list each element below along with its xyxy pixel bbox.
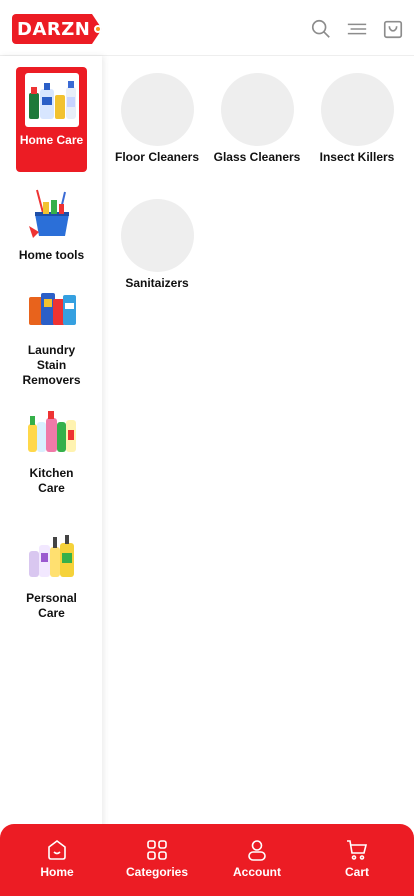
subcategory-label: Insect Killers — [319, 150, 395, 164]
darzn-logo[interactable]: DARZN — [12, 14, 104, 44]
home-icon — [48, 840, 66, 860]
category-sidebar: Home Care Home tools Laundry Stain Remov… — [0, 56, 102, 836]
personal-care-image — [25, 531, 79, 585]
nav-cart[interactable]: Cart — [307, 838, 407, 879]
subcategory-image-placeholder — [320, 73, 394, 146]
logo-dot — [94, 25, 102, 33]
kitchen-care-image — [25, 406, 79, 460]
logo-tag: DARZN — [12, 14, 92, 44]
nav-label: Cart — [344, 865, 369, 879]
sidebar-item-label: Home Care — [19, 133, 84, 147]
user-icon — [248, 840, 266, 861]
sidebar-item-personal-care[interactable]: Personal Care — [16, 525, 87, 625]
bag-icon[interactable] — [382, 18, 404, 40]
sidebar-item-label: Home tools — [18, 248, 85, 262]
app-header: DARZN — [0, 0, 414, 56]
nav-label: Categories — [125, 865, 189, 879]
nav-account[interactable]: Account — [207, 838, 307, 879]
subcategory-insect-killers[interactable]: Insect Killers — [311, 73, 403, 165]
subcategory-sanitaizers[interactable]: Sanitaizers — [111, 199, 203, 291]
logo-text: DARZN — [17, 18, 91, 40]
home-care-image — [24, 73, 79, 127]
sidebar-item-label: Laundry Stain Removers — [22, 343, 81, 387]
subcategory-image-placeholder — [120, 199, 194, 272]
menu-icon[interactable] — [346, 18, 368, 40]
search-icon[interactable] — [310, 18, 332, 40]
subcategory-label: Glass Cleaners — [213, 150, 301, 164]
laundry-stain-removers-image — [25, 283, 79, 337]
sidebar-item-laundry-stain-removers[interactable]: Laundry Stain Removers — [16, 277, 87, 393]
subcategory-floor-cleaners[interactable]: Floor Cleaners — [111, 73, 203, 165]
nav-label: Account — [233, 865, 281, 879]
subcategory-label: Floor Cleaners — [114, 150, 200, 164]
subcategory-label: Sanitaizers — [125, 276, 189, 290]
sidebar-item-home-tools[interactable]: Home tools — [16, 182, 87, 272]
nav-categories[interactable]: Categories — [107, 838, 207, 879]
sidebar-item-home-care[interactable]: Home Care — [16, 67, 87, 172]
nav-home[interactable]: Home — [7, 838, 107, 879]
home-tools-image — [25, 188, 79, 242]
sidebar-item-label: Kitchen Care — [29, 466, 74, 495]
subcategory-image-placeholder — [220, 73, 294, 146]
sidebar-item-kitchen-care[interactable]: Kitchen Care — [16, 400, 87, 500]
bottom-navigation: Home Categories Account Cart — [0, 824, 414, 896]
cart-icon — [347, 840, 368, 860]
sidebar-item-label: Personal Care — [26, 591, 77, 620]
subcategory-glass-cleaners[interactable]: Glass Cleaners — [211, 73, 303, 165]
grid-icon — [147, 840, 167, 860]
subcategory-image-placeholder — [120, 73, 194, 146]
nav-label: Home — [40, 865, 74, 879]
